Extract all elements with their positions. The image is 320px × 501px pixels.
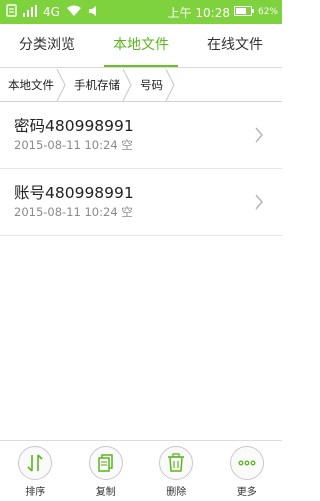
wifi-icon	[66, 5, 82, 20]
more-icon	[229, 446, 264, 480]
trash-icon	[159, 446, 194, 480]
chevron-right-icon	[255, 127, 263, 143]
file-date: 2015-08-11 10:24	[14, 205, 118, 219]
more-button[interactable]: 更多	[212, 441, 283, 501]
breadcrumb-label: 本地文件	[8, 77, 54, 92]
file-meta: 2015-08-11 10:24 空	[14, 204, 133, 220]
file-row[interactable]: 密码480998991 2015-08-11 10:24 空	[0, 102, 282, 169]
tab-local-files[interactable]: 本地文件	[94, 24, 188, 68]
file-list: 密码480998991 2015-08-11 10:24 空 账号4809989…	[0, 102, 282, 236]
more-label: 更多	[236, 487, 257, 498]
tab-bar: 分类浏览 本地文件 在线文件	[0, 24, 282, 68]
file-date: 2015-08-11 10:24	[14, 138, 118, 152]
chevron-right-icon	[122, 68, 132, 101]
copy-button[interactable]: 复制	[71, 441, 142, 501]
tab-category-browse[interactable]: 分类浏览	[0, 24, 94, 68]
status-bar: 4G 上午 10:28 62%	[0, 0, 282, 24]
sort-icon	[18, 446, 53, 480]
file-size: 空	[121, 205, 133, 219]
battery-percent: 62%	[257, 7, 278, 17]
battery-icon	[233, 5, 254, 19]
delete-label: 删除	[166, 487, 187, 498]
tab-online-files[interactable]: 在线文件	[188, 24, 282, 68]
breadcrumb-item-local[interactable]: 本地文件	[0, 68, 66, 101]
breadcrumb-label: 手机存储	[74, 77, 120, 92]
breadcrumb-item-phone-storage[interactable]: 手机存储	[66, 68, 132, 101]
breadcrumb-item-numbers[interactable]: 号码	[132, 68, 175, 101]
file-row[interactable]: 账号480998991 2015-08-11 10:24 空	[0, 169, 282, 236]
file-size: 空	[121, 138, 133, 152]
sort-button[interactable]: 排序	[0, 441, 71, 501]
chevron-right-icon	[56, 68, 66, 101]
network-type: 4G	[43, 5, 60, 19]
file-name: 密码480998991	[14, 117, 134, 135]
breadcrumb-label: 号码	[140, 77, 163, 92]
bottom-action-bar: 排序 复制 删除 更多	[0, 440, 282, 501]
delete-button[interactable]: 删除	[141, 441, 212, 501]
clock: 上午 10:28	[167, 5, 230, 20]
chevron-right-icon	[255, 194, 263, 210]
sort-label: 排序	[25, 487, 46, 498]
volume-icon	[88, 5, 100, 20]
copy-label: 复制	[95, 487, 116, 498]
file-name: 账号480998991	[14, 184, 134, 202]
chevron-right-icon	[165, 68, 175, 101]
file-meta: 2015-08-11 10:24 空	[14, 137, 133, 153]
signal-icon	[23, 4, 37, 20]
notification-icon	[6, 4, 17, 20]
copy-icon	[88, 446, 123, 480]
breadcrumb: 本地文件 手机存储 号码	[0, 68, 282, 102]
